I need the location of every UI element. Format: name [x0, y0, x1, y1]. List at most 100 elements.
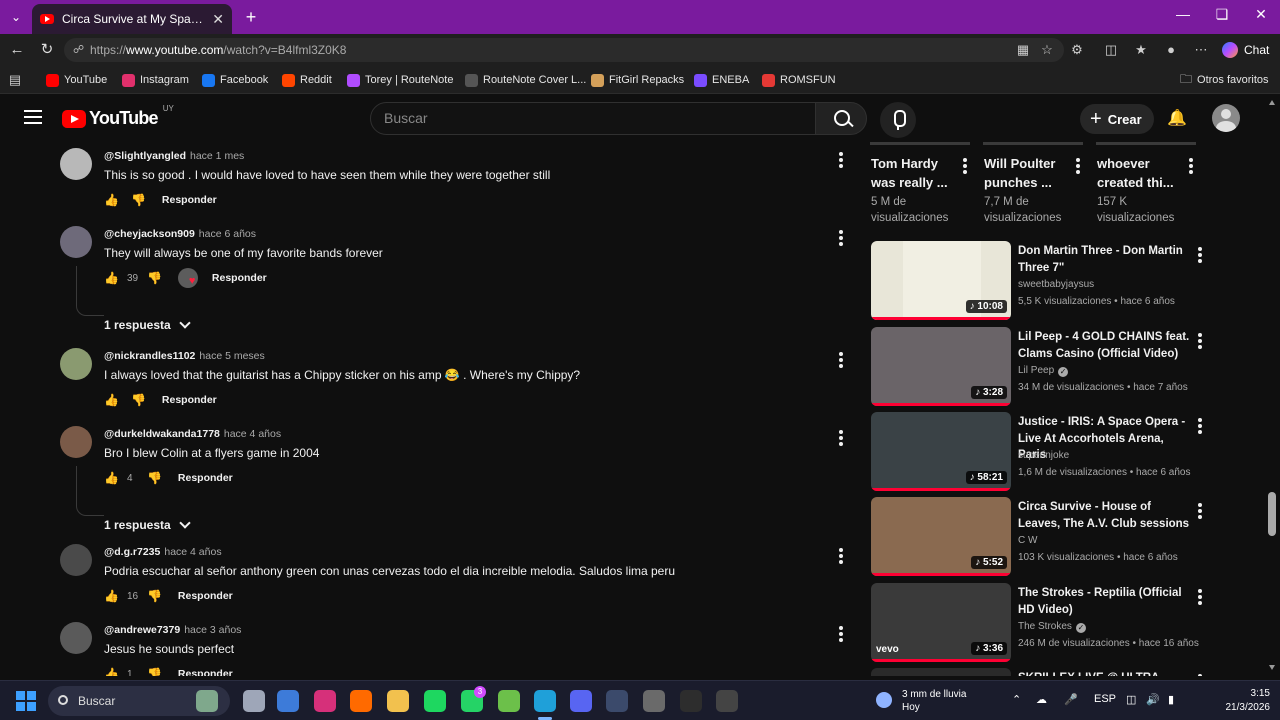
comment-action-menu-icon[interactable]	[838, 352, 844, 368]
comment-time[interactable]: hace 4 años	[164, 546, 221, 558]
short-action-menu-icon[interactable]	[1188, 158, 1194, 176]
view-replies-button[interactable]: 1 respuesta	[104, 516, 191, 532]
copilot-chat-button[interactable]: Chat	[1222, 39, 1269, 61]
network-icon[interactable]: ◫	[1126, 693, 1136, 706]
start-windows-icon[interactable]	[16, 691, 36, 711]
like-thumb-up-icon[interactable]: 👍	[104, 271, 119, 285]
video-thumbnail[interactable]	[871, 668, 1011, 676]
dislike-thumb-down-icon[interactable]: 👎	[131, 193, 146, 207]
video-title[interactable]: SKRILLEX LIVE @ ULTRA MUSIC	[1018, 670, 1190, 676]
volume-icon[interactable]: 🔊	[1146, 693, 1160, 706]
video-thumbnail[interactable]: ♪ 3:28	[871, 327, 1011, 406]
dislike-thumb-down-icon[interactable]: 👎	[147, 471, 162, 485]
dislike-thumb-down-icon[interactable]: 👎	[147, 271, 162, 285]
comment-author-avatar[interactable]	[60, 426, 92, 458]
refresh-icon[interactable]: ↻	[36, 40, 58, 60]
steam-icon[interactable]	[606, 690, 628, 712]
comment-time[interactable]: hace 3 años	[184, 624, 241, 636]
short-item[interactable]: Tom Hardy was really ... 5 M de visualiza…	[870, 142, 980, 232]
video-thumbnail[interactable]: ♪ 58:21	[871, 412, 1011, 491]
github-desktop-icon[interactable]	[643, 690, 665, 712]
minimize-icon[interactable]: —	[1168, 6, 1198, 22]
reply-button[interactable]: Responder	[162, 194, 217, 206]
short-action-menu-icon[interactable]	[962, 158, 968, 176]
comment-author[interactable]: @nickrandles1102	[104, 350, 195, 362]
bookmark-item[interactable]: ENEBA	[694, 72, 749, 88]
split-screen-icon[interactable]: ◫	[1102, 41, 1120, 59]
page-scrollbar[interactable]	[1264, 94, 1280, 676]
youtube-logo[interactable]: YouTube UY	[62, 104, 174, 129]
video-title[interactable]: Circa Survive - House of Leaves, The A.V…	[1018, 499, 1190, 532]
bookmark-item[interactable]: Facebook	[202, 72, 268, 88]
like-thumb-up-icon[interactable]: 👍	[104, 589, 119, 603]
window-close-icon[interactable]: ✕	[1246, 6, 1276, 23]
related-video[interactable]: ♪ 3:28 Lil Peep - 4 GOLD CHAINS feat. Cla…	[870, 327, 1210, 407]
related-video[interactable]: ♪ 3:36 vevo The Strokes - Reptilia (Offici…	[870, 583, 1210, 663]
dislike-thumb-down-icon[interactable]: 👎	[147, 589, 162, 603]
file-explorer-icon[interactable]	[387, 690, 409, 712]
video-action-menu-icon[interactable]	[1197, 589, 1203, 607]
site-info-icon[interactable]: ☍	[73, 38, 84, 62]
create-button[interactable]: + Crear	[1080, 104, 1154, 134]
dislike-thumb-down-icon[interactable]: 👎	[147, 667, 162, 676]
short-item[interactable]: Will Poulter punches ... 7,7 M de visuali…	[983, 142, 1093, 232]
comment-author[interactable]: @cheyjackson909	[104, 228, 195, 240]
other-favorites[interactable]: 🗀 Otros favoritos	[1180, 72, 1269, 88]
profile-icon[interactable]: ●	[1162, 41, 1180, 59]
view-replies-button[interactable]: 1 respuesta	[104, 316, 191, 332]
epic-games-icon[interactable]	[680, 690, 702, 712]
video-channel[interactable]: The Strokes ✓	[1018, 621, 1198, 633]
reply-button[interactable]: Responder	[162, 394, 217, 406]
video-channel[interactable]: C W	[1018, 535, 1198, 546]
video-thumbnail[interactable]: ♪ 3:36 vevo	[871, 583, 1011, 662]
related-video[interactable]: ♪ 5:52 Circa Survive - House of Leaves, T…	[870, 497, 1210, 577]
scrollbar-thumb[interactable]	[1268, 492, 1276, 536]
comment-author-avatar[interactable]	[60, 622, 92, 654]
short-title[interactable]: whoever created thi...	[1097, 154, 1177, 192]
video-title[interactable]: Don Martin Three - Don Martin Three 7"	[1018, 243, 1190, 276]
file-explorer-preview-icon[interactable]	[243, 690, 265, 712]
like-thumb-up-icon[interactable]: 👍	[104, 471, 119, 485]
maximize-icon[interactable]: ❏	[1207, 6, 1237, 23]
soundcloud-icon[interactable]	[350, 690, 372, 712]
tab-close-icon[interactable]: ✕	[212, 11, 224, 28]
comment-time[interactable]: hace 4 años	[224, 428, 281, 440]
like-thumb-up-icon[interactable]: 👍	[104, 193, 119, 207]
new-tab-button[interactable]: +	[240, 6, 262, 28]
bookmark-item[interactable]: Torey | RouteNote	[347, 72, 453, 88]
onedrive-cloud-icon[interactable]: ☁	[1036, 693, 1047, 706]
bookmark-item[interactable]: RouteNote Cover L...	[465, 72, 586, 88]
video-action-menu-icon[interactable]	[1197, 503, 1203, 521]
comment-action-menu-icon[interactable]	[838, 152, 844, 168]
widgets-app-icon[interactable]	[196, 690, 218, 712]
video-action-menu-icon[interactable]	[1197, 247, 1203, 265]
browser-tab-active[interactable]: Circa Survive at My Space Transmis... ✕	[32, 4, 232, 34]
edge-browser-icon[interactable]	[534, 690, 556, 712]
comment-action-menu-icon[interactable]	[838, 430, 844, 446]
comment-author[interactable]: @andrewe7379	[104, 624, 180, 636]
back-icon[interactable]: ←	[6, 40, 28, 60]
comment-time[interactable]: hace 1 mes	[190, 150, 244, 162]
video-channel[interactable]: sweetbabyjaysus	[1018, 279, 1198, 290]
related-video[interactable]: ♪ 10:08 Don Martin Three - Don Martin Thr…	[870, 241, 1210, 321]
microsoft-store-icon[interactable]	[277, 690, 299, 712]
reply-button[interactable]: Responder	[178, 472, 233, 484]
search-icon[interactable]	[815, 102, 867, 135]
like-thumb-up-icon[interactable]: 👍	[104, 393, 119, 407]
dislike-thumb-down-icon[interactable]: 👎	[131, 393, 146, 407]
comment-author-avatar[interactable]	[60, 226, 92, 258]
utorrent-icon[interactable]	[498, 690, 520, 712]
voice-search-mic-icon[interactable]	[880, 102, 916, 138]
battery-icon[interactable]: ▮	[1168, 693, 1174, 706]
game-launcher-icon[interactable]	[716, 690, 738, 712]
comment-time[interactable]: hace 5 meses	[199, 350, 264, 362]
input-language[interactable]: ESP	[1094, 693, 1116, 705]
bookmark-item[interactable]: Instagram	[122, 72, 189, 88]
video-action-menu-icon[interactable]	[1197, 418, 1203, 436]
short-title[interactable]: Will Poulter punches ...	[984, 154, 1064, 192]
video-action-menu-icon[interactable]	[1197, 674, 1203, 676]
scroll-up-arrow-icon[interactable]	[1269, 100, 1275, 105]
reply-button[interactable]: Responder	[212, 272, 267, 284]
video-channel[interactable]: Lil Peep ✓	[1018, 365, 1198, 377]
comment-time[interactable]: hace 6 años	[199, 228, 256, 240]
